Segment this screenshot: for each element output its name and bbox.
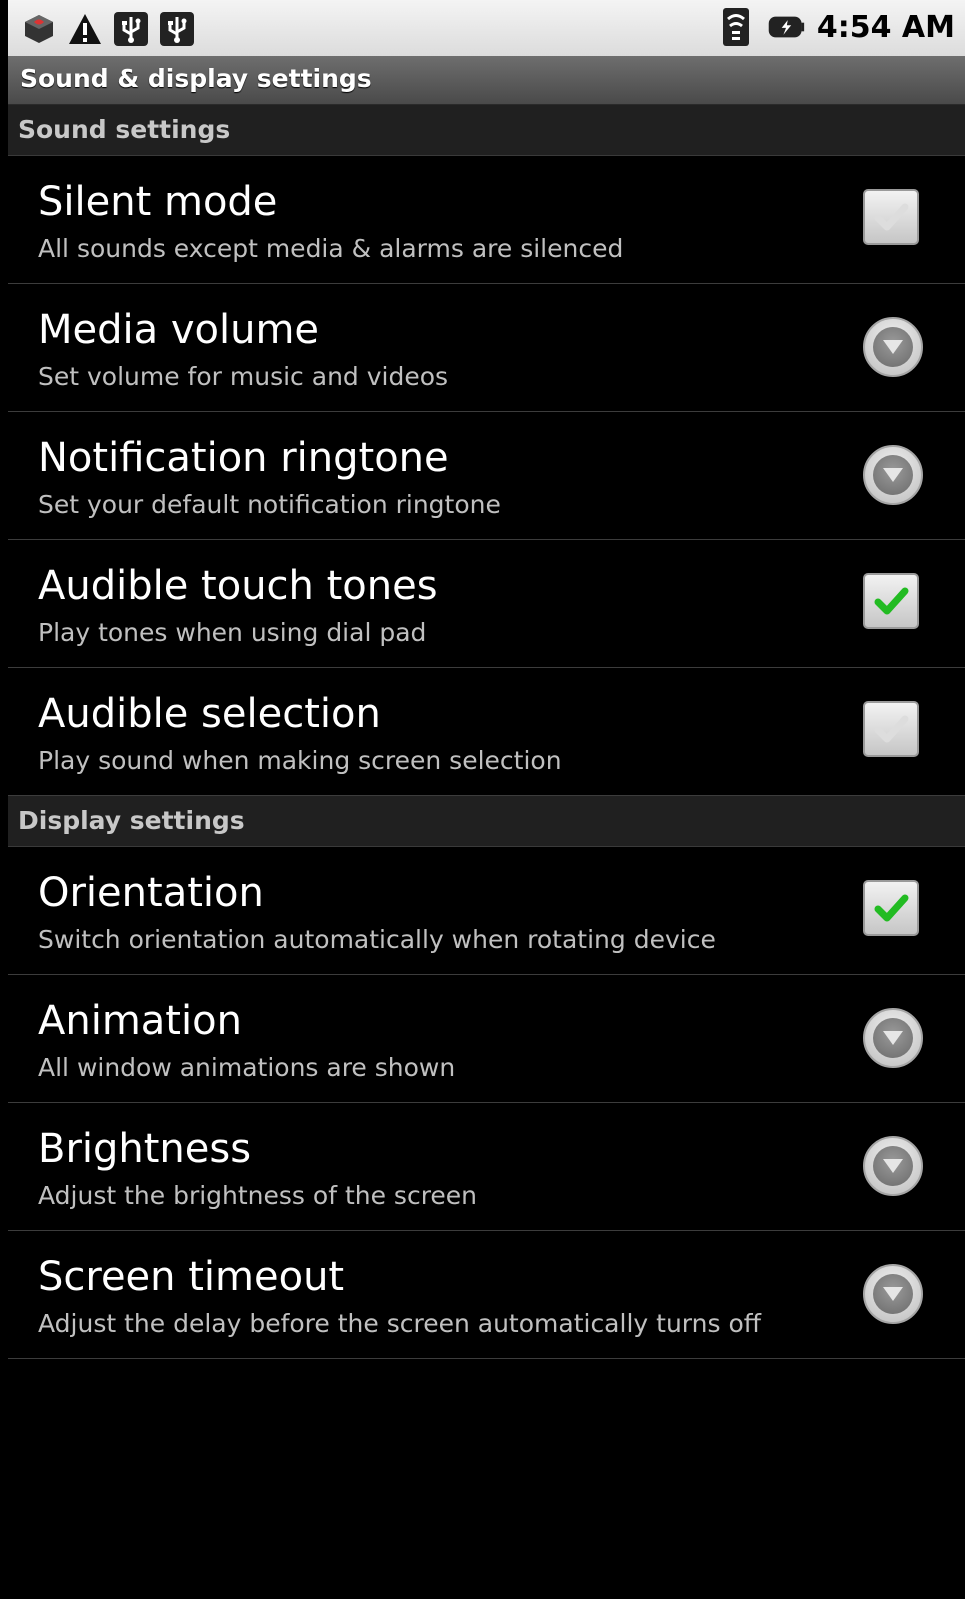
setting-item-silent-mode[interactable]: Silent mode All sounds except media & ala… <box>8 156 965 284</box>
dropdown-arrow-button[interactable] <box>863 445 923 505</box>
warning-icon <box>66 10 104 48</box>
setting-item-audible-selection[interactable]: Audible selection Play sound when making … <box>8 668 965 796</box>
section-header: Display settings <box>8 796 965 847</box>
setting-item-brightness[interactable]: Brightness Adjust the brightness of the s… <box>8 1103 965 1231</box>
setting-checkbox[interactable] <box>863 701 923 761</box>
setting-summary: Play sound when making screen selection <box>38 746 562 775</box>
checkmark-checked-icon <box>863 573 919 629</box>
title-bar: Sound & display settings <box>8 56 965 105</box>
setting-item-animation[interactable]: Animation All window animations are shown <box>8 975 965 1103</box>
setting-title: Notification ringtone <box>38 435 449 481</box>
setting-summary: Set volume for music and videos <box>38 362 449 391</box>
dropdown-arrow-button[interactable] <box>863 1136 923 1196</box>
usb-icon <box>158 10 196 48</box>
battery-charging-icon <box>767 8 805 46</box>
status-right-icons: 4:54 AM <box>717 8 955 46</box>
chevron-down-icon <box>863 445 923 505</box>
setting-item-media-volume[interactable]: Media volume Set volume for music and vid… <box>8 284 965 412</box>
section-header-label: Sound settings <box>18 115 231 144</box>
setting-item-notification-ringtone[interactable]: Notification ringtone Set your default no… <box>8 412 965 540</box>
chevron-down-icon <box>863 317 923 377</box>
setting-summary: Set your default notification ringtone <box>38 490 501 519</box>
chevron-down-icon <box>863 1008 923 1068</box>
setting-title: Orientation <box>38 870 264 916</box>
settings-screen: 4:54 AM Sound & display settings Sound s… <box>8 0 965 1599</box>
chevron-down-icon <box>863 1264 923 1324</box>
setting-title: Screen timeout <box>38 1254 345 1300</box>
section-header-label: Display settings <box>18 806 245 835</box>
checkmark-unchecked-icon <box>863 189 919 245</box>
setting-summary: Play tones when using dial pad <box>38 618 427 647</box>
checkmark-checked-icon <box>863 880 919 936</box>
wifi-signal-icon <box>717 8 755 46</box>
section-header: Sound settings <box>8 105 965 156</box>
app-notification-icon <box>20 10 58 48</box>
setting-summary: All window animations are shown <box>38 1053 456 1082</box>
dropdown-arrow-button[interactable] <box>863 1264 923 1324</box>
status-bar: 4:54 AM <box>8 0 965 56</box>
setting-summary: Adjust the delay before the screen autom… <box>38 1309 761 1338</box>
setting-title: Silent mode <box>38 179 278 225</box>
setting-title: Audible touch tones <box>38 563 438 609</box>
dropdown-arrow-button[interactable] <box>863 1008 923 1068</box>
dropdown-arrow-button[interactable] <box>863 317 923 377</box>
chevron-down-icon <box>863 1136 923 1196</box>
page-title: Sound & display settings <box>20 64 372 93</box>
status-left-icons <box>20 10 196 48</box>
usb-icon <box>112 10 150 48</box>
setting-checkbox[interactable] <box>863 189 923 249</box>
setting-title: Animation <box>38 998 242 1044</box>
setting-checkbox[interactable] <box>863 573 923 633</box>
setting-item-audible-touch-tones[interactable]: Audible touch tones Play tones when using… <box>8 540 965 668</box>
setting-title: Brightness <box>38 1126 252 1172</box>
checkmark-unchecked-icon <box>863 701 919 757</box>
setting-summary: All sounds except media & alarms are sil… <box>38 234 624 263</box>
setting-item-orientation[interactable]: Orientation Switch orientation automatica… <box>8 847 965 975</box>
status-clock: 4:54 AM <box>816 9 955 45</box>
setting-summary: Switch orientation automatically when ro… <box>38 925 716 954</box>
setting-summary: Adjust the brightness of the screen <box>38 1181 478 1210</box>
setting-checkbox[interactable] <box>863 880 923 940</box>
setting-item-screen-timeout[interactable]: Screen timeout Adjust the delay before th… <box>8 1231 965 1359</box>
setting-title: Audible selection <box>38 691 381 737</box>
setting-title: Media volume <box>38 307 320 353</box>
